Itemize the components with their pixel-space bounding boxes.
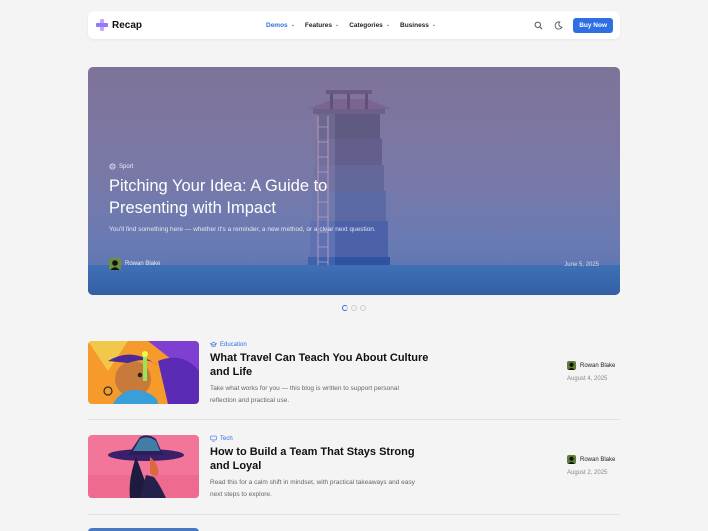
article-date: August 4, 2025 — [567, 376, 608, 382]
brand-name: Recap — [112, 19, 143, 31]
search-icon[interactable] — [533, 20, 543, 30]
avatar — [109, 258, 121, 270]
article-category[interactable]: Education — [210, 341, 247, 348]
article-category-label: Education — [220, 341, 247, 348]
logo[interactable]: Recap — [96, 19, 142, 31]
nav-actions: Buy Now — [533, 17, 613, 33]
hero-author-name: Rowan Blake — [125, 261, 161, 267]
article-category-label: Tech — [220, 435, 233, 442]
menu-item-demos[interactable]: Demos ⌄ — [266, 22, 295, 29]
article-date: August 2, 2025 — [567, 470, 608, 476]
article-title[interactable]: What Travel Can Teach You About Culture … — [210, 351, 430, 379]
menu-item-label: Business — [400, 21, 429, 29]
article-description: Take what works for you — this blog is w… — [210, 385, 399, 404]
hero-sea — [88, 265, 620, 295]
chevron-down-icon: ⌄ — [335, 22, 340, 28]
menu-item-features[interactable]: Features ⌄ — [305, 22, 339, 29]
hero-description: You'll find something here — whether it'… — [109, 226, 376, 233]
article-thumbnail[interactable] — [88, 435, 199, 498]
buy-now-button[interactable]: Buy Now — [573, 17, 613, 33]
menu-item-business[interactable]: Business ⌄ — [400, 22, 436, 29]
navbar: Recap Demos ⌄ Features ⌄ Categories ⌄ Bu… — [88, 11, 620, 39]
logo-icon — [96, 19, 108, 31]
article-description: Read this for a calm shift in mindset, w… — [210, 479, 415, 498]
article-author[interactable]: Rowan Blake — [567, 455, 615, 464]
menu-item-label: Demos — [266, 21, 288, 29]
hero-category-label: Sport — [119, 163, 134, 170]
avatar — [567, 455, 576, 464]
graduation-cap-icon — [210, 342, 217, 347]
menu-item-label: Features — [304, 21, 332, 29]
hero-author[interactable]: Rowan Blake — [109, 258, 160, 270]
article-category[interactable]: Tech — [210, 435, 233, 442]
carousel-dot-3[interactable] — [360, 305, 366, 311]
carousel-dots — [342, 305, 366, 311]
chevron-down-icon: ⌄ — [385, 22, 391, 28]
article-author[interactable]: Rowan Blake — [567, 361, 615, 370]
hero-featured-post[interactable]: Sport Pitching Your Idea: A Guide to Pre… — [88, 67, 620, 295]
menu-item-label: Categories — [349, 21, 383, 29]
list-item[interactable]: Tech How to Build a Team That Stays Stro… — [88, 435, 620, 515]
moon-icon[interactable] — [553, 20, 563, 30]
list-item[interactable]: Education What Travel Can Teach You Abou… — [88, 341, 620, 421]
carousel-dot-1[interactable] — [342, 305, 348, 311]
menu-item-categories[interactable]: Categories ⌄ — [349, 22, 390, 29]
avatar — [567, 361, 576, 370]
article-author-name: Rowan Blake — [580, 362, 616, 369]
sport-icon — [109, 163, 116, 170]
chevron-down-icon: ⌄ — [431, 22, 437, 28]
divider — [88, 419, 620, 420]
article-thumbnail[interactable] — [88, 341, 199, 404]
article-title[interactable]: How to Build a Team That Stays Strong an… — [210, 445, 430, 473]
chevron-down-icon: ⌄ — [290, 22, 295, 28]
hero-title[interactable]: Pitching Your Idea: A Guide to Presentin… — [109, 175, 359, 219]
divider — [88, 514, 620, 515]
hero-date: June 5, 2025 — [564, 262, 599, 268]
monitor-icon — [210, 435, 217, 442]
article-author-name: Rowan Blake — [580, 456, 616, 463]
hero-category[interactable]: Sport — [109, 163, 133, 170]
main-menu: Demos ⌄ Features ⌄ Categories ⌄ Business… — [266, 22, 436, 29]
carousel-dot-2[interactable] — [351, 305, 357, 311]
